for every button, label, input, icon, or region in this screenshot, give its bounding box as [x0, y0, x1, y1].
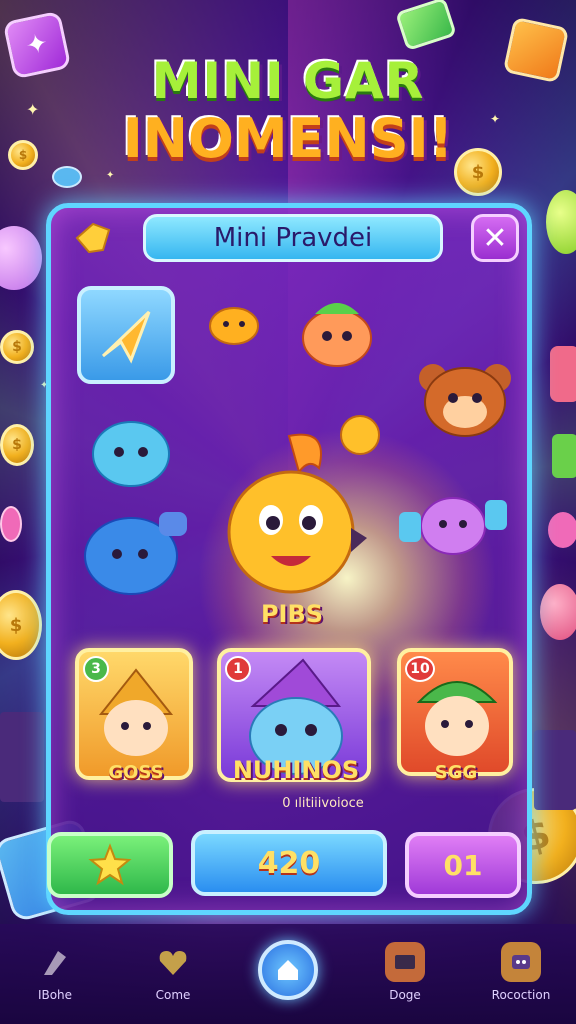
pink-block-icon: [550, 346, 576, 402]
nav-label-4: Doge: [389, 988, 421, 1002]
panel-title: Mini Pravdei: [213, 223, 373, 253]
nav-label-1: IBohe: [37, 988, 73, 1002]
pink-disc-icon: [548, 512, 576, 548]
nav-item-2[interactable]: Come: [128, 942, 218, 1002]
score-value: 420: [257, 845, 321, 881]
green-block-icon: [395, 0, 457, 52]
knight-character-icon: [98, 668, 174, 756]
green-orb-icon: [546, 190, 576, 254]
game-title-line2: INOMENSI!: [122, 107, 454, 170]
crate-icon: [0, 712, 44, 802]
gems-button[interactable]: 01: [405, 832, 521, 898]
favorite-button[interactable]: [47, 832, 173, 898]
creature-orange-cat[interactable]: [207, 300, 261, 346]
main-panel: Mini Pravdei ✕ PIBS 3 1 10 GOSS NUHINOS …: [46, 203, 532, 915]
sparkle-icon: ✦: [106, 170, 115, 181]
hero-name: PIBS: [260, 600, 324, 628]
close-button[interactable]: ✕: [471, 214, 519, 262]
character-card-3[interactable]: 10: [397, 648, 513, 776]
progress-subtext: 0 ılitiiivoioce: [282, 796, 364, 811]
paper-plane-icon: [101, 310, 151, 364]
creature-blue-blob[interactable]: [87, 412, 175, 490]
tool-tile-button[interactable]: [77, 286, 175, 384]
bolt-icon: [35, 942, 75, 982]
pink-orb-icon: [0, 226, 42, 290]
green-block-icon: [552, 434, 576, 478]
card-label-2: NUHINOS: [232, 756, 360, 784]
nav-item-4[interactable]: Doge: [360, 942, 450, 1002]
creature-brown-bear[interactable]: [415, 356, 515, 440]
coin-icon: $: [0, 424, 34, 466]
character-card-1[interactable]: 3: [75, 648, 193, 780]
creature-purple-rocket[interactable]: [393, 484, 513, 564]
robot-icon: [501, 942, 541, 982]
creature-gold-drop[interactable]: [337, 412, 383, 458]
pink-disc-icon: [0, 506, 22, 542]
card-label-1: GOSS: [108, 762, 164, 783]
blue-disc-icon: [52, 166, 82, 188]
pink-orb-icon: [540, 584, 576, 640]
nav-item-1[interactable]: IBohe: [10, 942, 100, 1002]
back-arrow-icon: [75, 222, 111, 254]
card-label-3: SGG: [434, 762, 478, 783]
crate-icon: [534, 730, 576, 810]
panel-header: Mini Pravdei: [143, 214, 443, 262]
nav-label-2: Come: [155, 988, 191, 1002]
home-icon: [278, 960, 298, 980]
game-title: MINI GAR INOMENSI!: [0, 56, 576, 166]
star-icon: [88, 843, 132, 886]
coin-icon: $: [0, 590, 42, 660]
game-title-line1: MINI GAR: [151, 52, 425, 110]
coin-icon: $: [0, 330, 34, 364]
creature-blue-controller[interactable]: [79, 504, 189, 600]
gems-value: 01: [443, 848, 483, 882]
heart-icon: [153, 942, 193, 982]
soldier-character-icon: [416, 681, 498, 756]
nav-item-5[interactable]: Rocoction: [476, 942, 566, 1002]
creature-flower-pet[interactable]: [295, 292, 379, 372]
nav-label-5: Rocoction: [491, 988, 551, 1002]
inbox-icon: [385, 942, 425, 982]
back-button[interactable]: [69, 218, 117, 258]
bottom-nav: IBohe Come Doge Rocoction: [0, 924, 576, 1024]
nav-home-button[interactable]: [258, 940, 318, 1000]
score-button[interactable]: 420: [191, 830, 387, 896]
close-icon: ✕: [482, 220, 508, 256]
